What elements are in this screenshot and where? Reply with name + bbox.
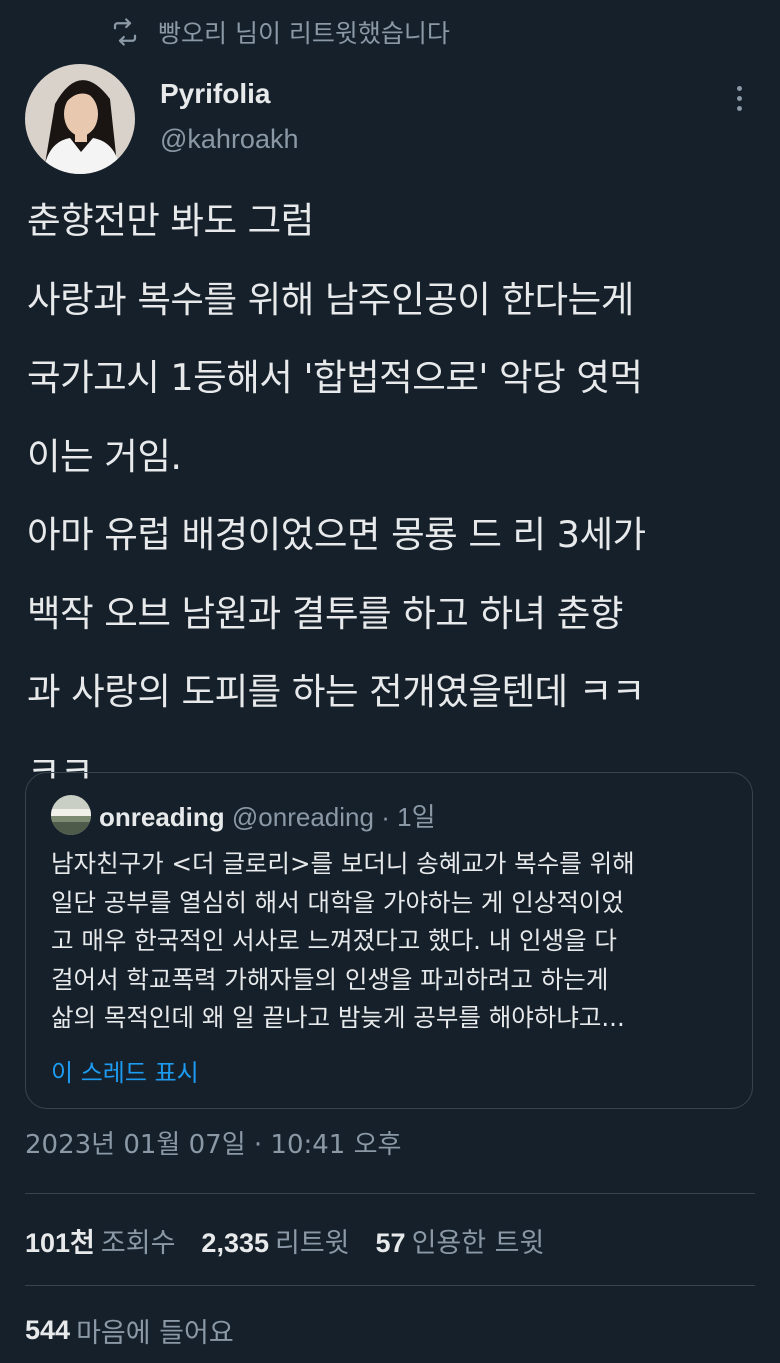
tweet-line: 아마 유럽 배경이었으면 몽룡 드 리 3세가	[27, 513, 646, 556]
quote-author-handle: @onreading	[231, 802, 374, 832]
quote-header: onreading @onreading · 1일	[99, 797, 436, 834]
retweets-label: 리트윗	[275, 1227, 350, 1259]
quoted-tweet-card[interactable]: onreading @onreading · 1일 남자친구가 <더 글로리>를…	[25, 772, 753, 1109]
likes-count: 544	[25, 1314, 71, 1345]
likes-stat[interactable]: 544 마음에 들어요	[25, 1308, 234, 1352]
retweet-icon	[113, 18, 137, 46]
tweet-text: 춘향전만 봐도 그럼 사랑과 복수를 위해 남주인공이 한다는게 국가고시 1등…	[27, 182, 767, 810]
quote-time: 1일	[397, 802, 436, 832]
quote-line: 일단 공부를 열심히 해서 대학을 가야하는 게 인상적이었	[51, 887, 624, 917]
quote-line: 삶의 목적인데 왜 일 끝나고 밤늦게 공부를 해야하냐고...	[51, 1003, 625, 1032]
views-stat[interactable]: 101천 조회수	[25, 1221, 175, 1260]
views-count: 101천	[25, 1227, 95, 1258]
tweet-line: 과 사랑의 도피를 하는 전개였을텐데 ㅋㅋ	[27, 670, 645, 713]
quote-text: 남자친구가 <더 글로리>를 보더니 송혜교가 복수를 위해 일단 공부를 열심…	[51, 845, 741, 1038]
tweet-line: 국가고시 1등해서 '합법적으로' 악당 엿먹	[27, 356, 643, 399]
quote-line: 고 매우 한국적인 서사로 느껴졌다고 했다. 내 인생을 다	[51, 926, 617, 955]
divider	[25, 1193, 755, 1194]
author-handle[interactable]: @kahroakh	[160, 124, 298, 155]
quote-author-name: onreading	[99, 802, 225, 832]
tweet-line: 백작 오브 남원과 결투를 하고 하녀 춘향	[27, 591, 623, 635]
tweet-line: 춘향전만 봐도 그럼	[27, 199, 314, 242]
retweet-context-text: 빵오리 님이 리트윗했습니다	[158, 19, 450, 48]
quotes-label: 인용한 트윗	[411, 1227, 545, 1259]
more-icon[interactable]	[724, 80, 754, 116]
tweet-line: 이는 거임.	[27, 434, 182, 478]
quote-line: 걸어서 학교폭력 가해자들의 인생을 파괴하려고 하는게	[51, 964, 609, 994]
tweet-timestamp[interactable]: 2023년 01월 07일 · 10:41 오후	[25, 1124, 401, 1161]
retweets-stat[interactable]: 2,335 리트윗	[201, 1221, 349, 1260]
stats-row: 101천 조회수 2,335 리트윗 57 인용한 트윗	[25, 1218, 570, 1262]
quotes-count: 57	[375, 1227, 406, 1258]
author-display-name[interactable]: Pyrifolia	[160, 78, 270, 110]
retweet-context: 빵오리 님이 리트윗했습니다	[110, 14, 450, 50]
divider	[25, 1285, 755, 1286]
show-thread-link[interactable]: 이 스레드 표시	[51, 1053, 199, 1088]
author-avatar[interactable]	[25, 64, 135, 174]
quote-line: 남자친구가 <더 글로리>를 보더니 송혜교가 복수를 위해	[51, 849, 635, 878]
quotes-stat[interactable]: 57 인용한 트윗	[376, 1221, 545, 1260]
views-label: 조회수	[100, 1227, 176, 1259]
retweets-count: 2,335	[201, 1227, 269, 1258]
tweet-line: 사랑과 복수를 위해 남주인공이 한다는게	[27, 277, 634, 321]
likes-label: 마음에 들어요	[76, 1317, 234, 1349]
quote-separator: ·	[381, 802, 390, 832]
quote-author-avatar[interactable]	[51, 795, 91, 835]
